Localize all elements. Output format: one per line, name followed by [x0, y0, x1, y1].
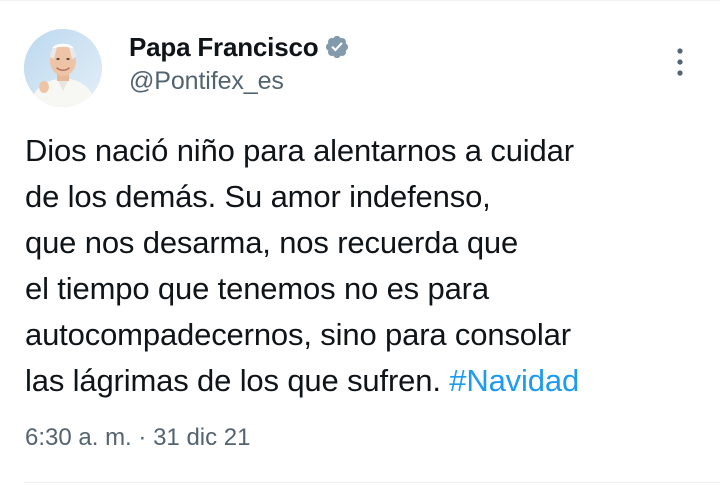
tweet-header: Papa Francisco @Pontifex_es [129, 30, 629, 96]
tweet-text-line: autocompadecernos, sino para consolar [25, 317, 571, 352]
hashtag-link[interactable]: #Navidad [449, 363, 579, 398]
tweet-text-line: de los demás. Su amor indefenso, [25, 179, 491, 214]
author-display-name[interactable]: Papa Francisco [129, 32, 319, 63]
tweet-text-line: Dios nació niño para alentarnos a cuidar [25, 133, 574, 168]
tweet-timestamp[interactable]: 6:30 a. m. · 31 dic 21 [25, 424, 250, 452]
timestamp-separator: · [138, 424, 147, 451]
bottom-divider [24, 482, 720, 483]
tweet-time: 6:30 a. m. [25, 424, 132, 451]
verified-badge-icon[interactable] [324, 34, 350, 60]
more-options-button[interactable] [662, 44, 698, 80]
tweet-text-line: las lágrimas de los que sufren. [25, 363, 450, 398]
tweet-text-line: el tiempo que tenemos no es para [25, 271, 489, 306]
avatar[interactable] [24, 29, 102, 107]
tweet-card: Papa Francisco @Pontifex_es Dios nació n… [0, 0, 720, 485]
name-row: Papa Francisco [129, 30, 629, 64]
tweet-text: Dios nació niño para alentarnos a cuidar… [25, 128, 705, 404]
portrait-avatar-icon [24, 29, 102, 107]
tweet-text-line: que nos desarma, nos recuerda que [25, 225, 519, 260]
tweet-page: Papa Francisco @Pontifex_es Dios nació n… [0, 0, 720, 485]
tweet-date: 31 dic 21 [153, 424, 251, 451]
author-handle[interactable]: @Pontifex_es [129, 67, 629, 96]
tweet-text-last-line: las lágrimas de los que sufren. #Navidad [25, 358, 705, 404]
more-vertical-icon [677, 48, 683, 76]
